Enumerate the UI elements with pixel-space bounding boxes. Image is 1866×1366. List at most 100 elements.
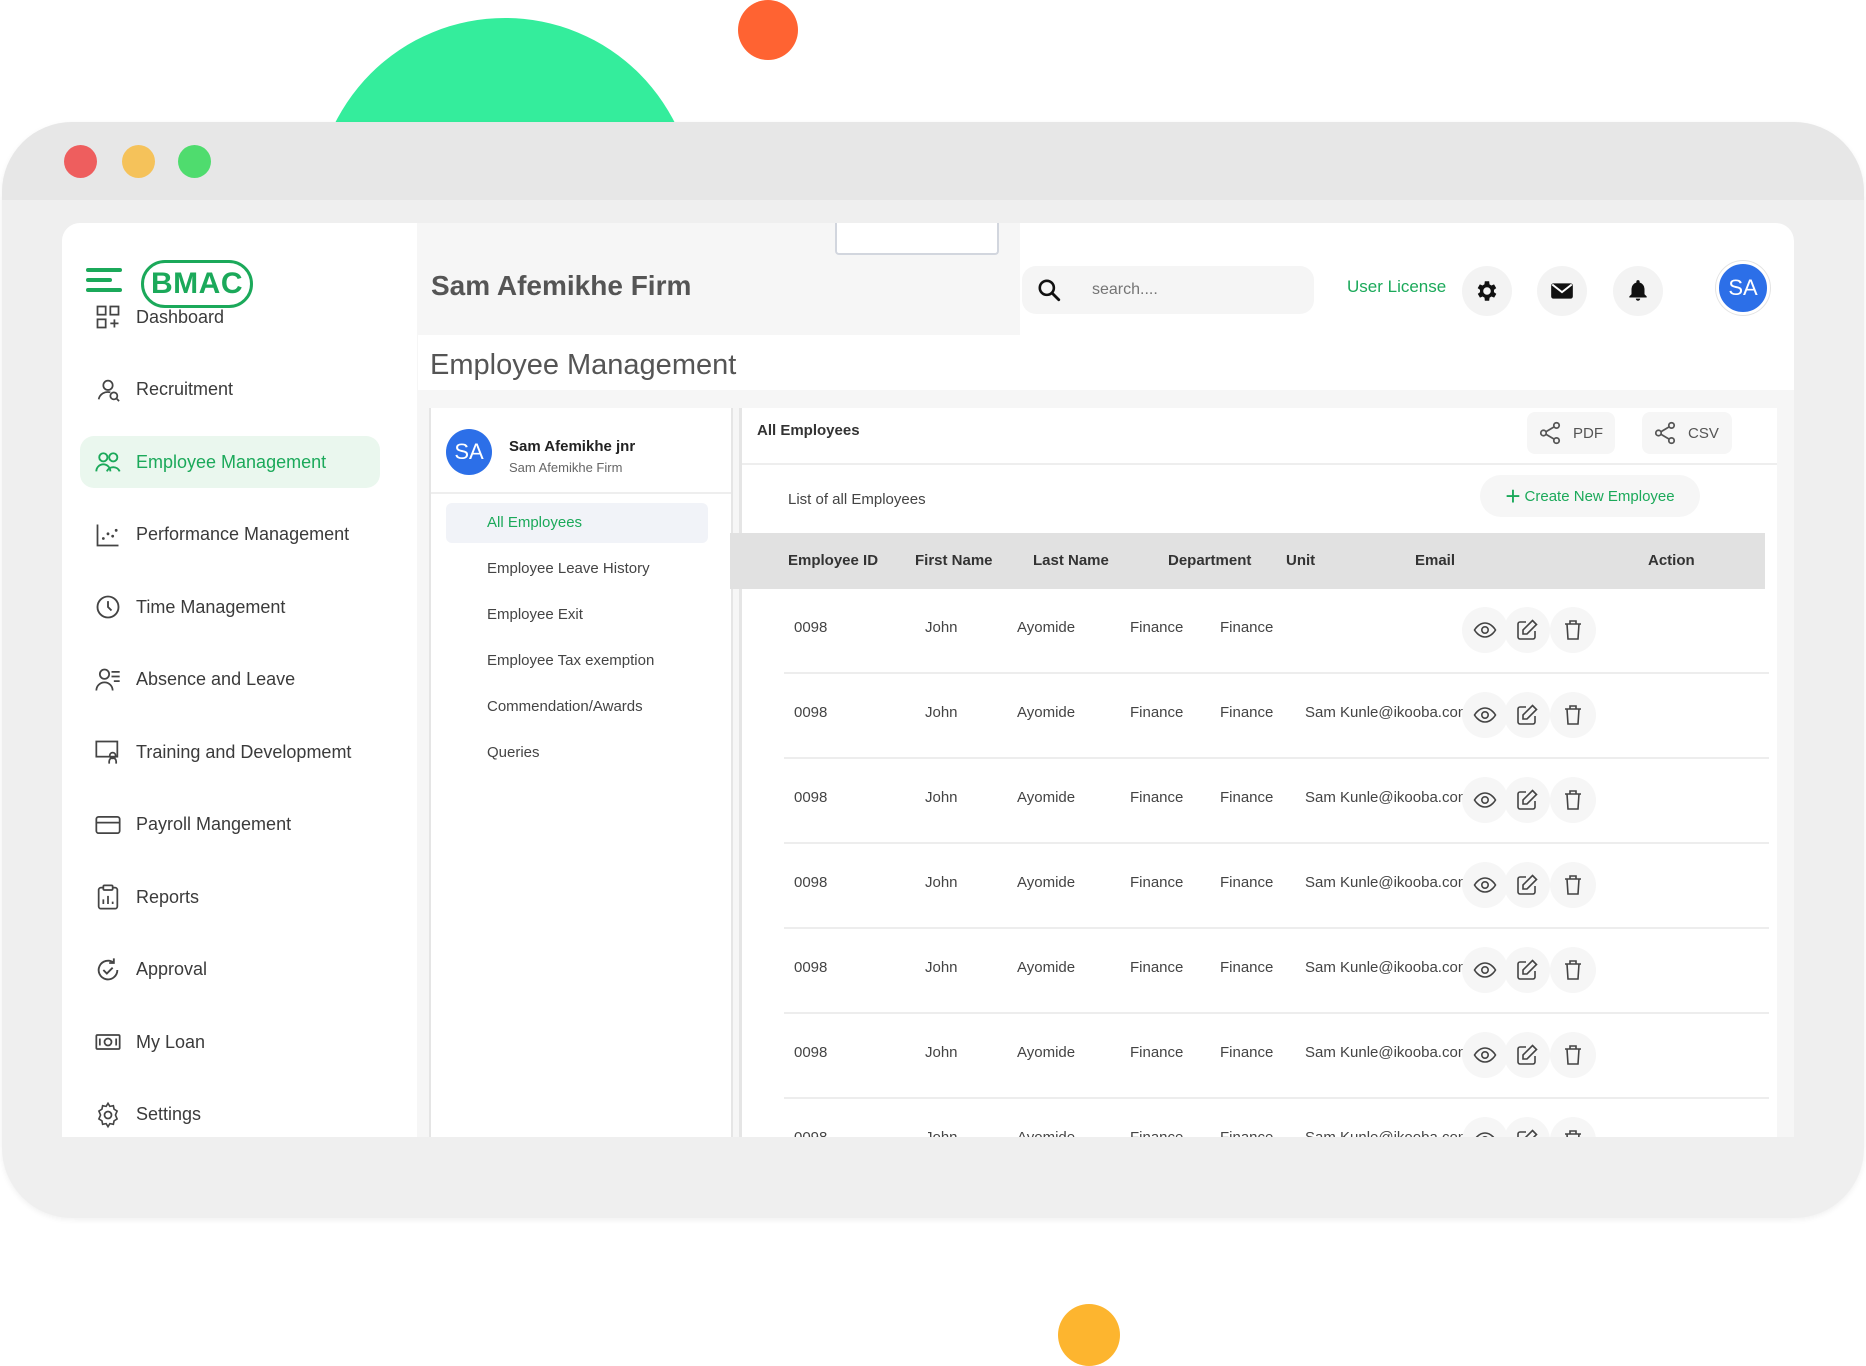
sidebar-item-settings[interactable]: Settings (80, 1089, 380, 1138)
export-csv-button[interactable]: CSV (1642, 412, 1732, 454)
gear-icon (94, 1101, 122, 1129)
subnav-item[interactable]: Employee Tax exemption (446, 641, 708, 681)
department-cell: Finance (1130, 1129, 1183, 1137)
edit-button[interactable] (1504, 862, 1550, 908)
delete-button[interactable] (1550, 607, 1596, 653)
user-license-link[interactable]: User License (1347, 277, 1446, 297)
edit-button[interactable] (1504, 692, 1550, 738)
delete-button[interactable] (1550, 777, 1596, 823)
sidebar-item-payroll-mangement[interactable]: Payroll Mangement (80, 799, 380, 851)
eye-icon (1473, 618, 1497, 642)
window-close-dot[interactable] (64, 145, 97, 178)
profile-name: Sam Afemikhe jnr (509, 438, 635, 455)
edit-icon (1515, 958, 1539, 982)
department-cell: Finance (1130, 874, 1183, 891)
eye-icon (1473, 703, 1497, 727)
delete-button[interactable] (1550, 692, 1596, 738)
share-icon (1652, 420, 1678, 446)
settings-button[interactable] (1462, 266, 1512, 316)
user-avatar[interactable]: SA (1716, 261, 1770, 315)
email-cell: Sam Kunle@ikooba.com (1305, 959, 1470, 976)
edit-icon (1515, 788, 1539, 812)
sidebar-item-employee-management[interactable]: Employee Management (80, 436, 380, 488)
column-header[interactable]: First Name (915, 533, 993, 589)
delete-button[interactable] (1550, 1117, 1596, 1137)
view-button[interactable] (1462, 1117, 1508, 1137)
trash-icon (1561, 1128, 1585, 1137)
column-header[interactable]: Last Name (1033, 533, 1109, 589)
table-row[interactable]: 0098JohnAyomideFinanceFinanceSam Kunle@i… (784, 844, 1769, 929)
column-header: Action (1648, 533, 1695, 589)
subnav-item[interactable]: Employee Leave History (446, 549, 708, 589)
employee-id-cell: 0098 (794, 1129, 827, 1137)
column-header[interactable]: Employee ID (788, 533, 878, 589)
search-bar[interactable] (1022, 266, 1314, 314)
column-header[interactable]: Email (1415, 533, 1455, 589)
notifications-button[interactable] (1613, 266, 1663, 316)
sidebar-item-training-and-developmemt[interactable]: Training and Developmemt (80, 726, 380, 778)
unit-cell: Finance (1220, 959, 1273, 976)
window-maximize-dot[interactable] (178, 145, 211, 178)
sidebar-item-absence-and-leave[interactable]: Absence and Leave (80, 654, 380, 706)
table-row[interactable]: 0098JohnAyomideFinanceFinanceSam Kunle@i… (784, 674, 1769, 759)
table-row[interactable]: 0098JohnAyomideFinanceFinanceSam Kunle@i… (784, 1099, 1769, 1137)
window-minimize-dot[interactable] (122, 145, 155, 178)
employee-id-cell: 0098 (794, 874, 827, 891)
edit-button[interactable] (1504, 947, 1550, 993)
mail-icon (1549, 278, 1575, 304)
table-row[interactable]: 0098JohnAyomideFinanceFinance (784, 589, 1769, 674)
app-viewport: BMAC DashboardRecruitmentEmployee Manage… (62, 223, 1794, 1137)
email-cell: Sam Kunle@ikooba.com (1305, 874, 1470, 891)
subnav-item[interactable]: Queries (446, 733, 708, 773)
column-header[interactable]: Unit (1286, 533, 1315, 589)
delete-button[interactable] (1550, 1032, 1596, 1078)
sidebar-item-recruitment[interactable]: Recruitment (80, 364, 380, 416)
delete-button[interactable] (1550, 947, 1596, 993)
sidebar-item-label: Approval (136, 959, 207, 980)
sidebar-item-dashboard[interactable]: Dashboard (80, 291, 380, 343)
bell-icon (1625, 278, 1651, 304)
sidebar: BMAC DashboardRecruitmentEmployee Manage… (62, 223, 417, 1137)
edit-button[interactable] (1504, 1117, 1550, 1137)
sidebar-item-my-loan[interactable]: My Loan (80, 1016, 380, 1068)
user-list-icon (94, 666, 122, 694)
search-input[interactable] (1090, 280, 1294, 300)
delete-button[interactable] (1550, 862, 1596, 908)
view-button[interactable] (1462, 607, 1508, 653)
subnav-item[interactable]: Commendation/Awards (446, 687, 708, 727)
view-button[interactable] (1462, 777, 1508, 823)
clock-icon (94, 593, 122, 621)
edit-button[interactable] (1504, 777, 1550, 823)
first-name-cell: John (925, 959, 958, 976)
view-button[interactable] (1462, 947, 1508, 993)
share-icon (1537, 420, 1563, 446)
eye-icon (1473, 788, 1497, 812)
unit-cell: Finance (1220, 704, 1273, 721)
view-button[interactable] (1462, 1032, 1508, 1078)
sidebar-item-performance-management[interactable]: Performance Management (80, 509, 380, 561)
email-cell: Sam Kunle@ikooba.com (1305, 704, 1470, 721)
messages-button[interactable] (1537, 266, 1587, 316)
export-pdf-button[interactable]: PDF (1527, 412, 1615, 454)
table-row[interactable]: 0098JohnAyomideFinanceFinanceSam Kunle@i… (784, 929, 1769, 1014)
eye-icon (1473, 1128, 1497, 1137)
divider (742, 463, 1777, 465)
subnav-item[interactable]: Employee Exit (446, 595, 708, 635)
create-employee-button[interactable]: + Create New Employee (1480, 475, 1700, 517)
sidebar-item-reports[interactable]: Reports (80, 871, 380, 923)
edit-button[interactable] (1504, 1032, 1550, 1078)
edit-icon (1515, 703, 1539, 727)
pdf-label: PDF (1573, 425, 1603, 442)
view-button[interactable] (1462, 692, 1508, 738)
user-search-icon (94, 376, 122, 404)
unit-cell: Finance (1220, 1129, 1273, 1137)
edit-button[interactable] (1504, 607, 1550, 653)
sidebar-item-time-management[interactable]: Time Management (80, 581, 380, 633)
sidebar-item-approval[interactable]: Approval (80, 944, 380, 996)
table-row[interactable]: 0098JohnAyomideFinanceFinanceSam Kunle@i… (784, 759, 1769, 844)
last-name-cell: Ayomide (1017, 874, 1075, 891)
subnav-item[interactable]: All Employees (446, 503, 708, 543)
table-row[interactable]: 0098JohnAyomideFinanceFinanceSam Kunle@i… (784, 1014, 1769, 1099)
column-header[interactable]: Department (1168, 533, 1251, 589)
view-button[interactable] (1462, 862, 1508, 908)
